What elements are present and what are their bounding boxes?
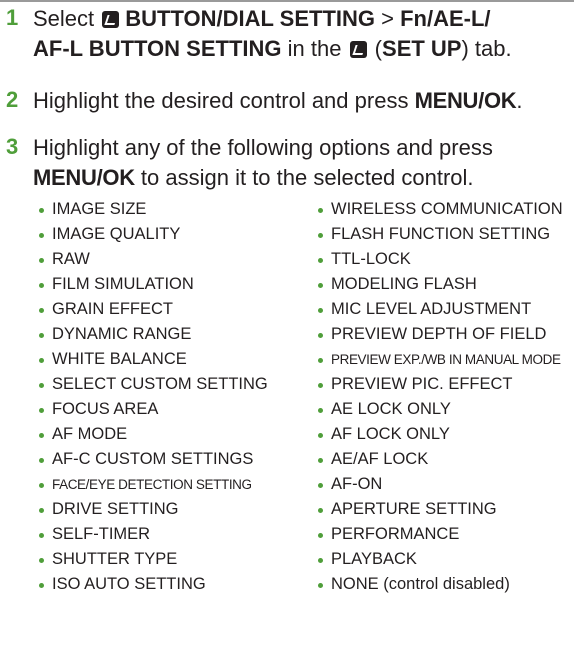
step-text-segment: ) tab. — [461, 36, 512, 61]
menu-item-label: Fn/AE-L/ — [400, 6, 491, 31]
step-text-segment: in the — [281, 36, 348, 61]
option-item: PREVIEW EXP./WB IN MANUAL MODE — [317, 347, 563, 372]
option-item: DRIVE SETTING — [38, 497, 268, 522]
step-number: 3 — [6, 134, 19, 159]
option-item: IMAGE QUALITY — [38, 222, 268, 247]
option-item: SELF-TIMER — [38, 522, 268, 547]
option-item: AF LOCK ONLY — [317, 422, 563, 447]
menu-item-label: AF-L BUTTON SETTING — [33, 36, 282, 61]
option-item: AF-ON — [317, 472, 563, 497]
options-list: IMAGE SIZE IMAGE QUALITY RAW FILM SIMULATIO… — [0, 197, 574, 647]
options-column-left: IMAGE SIZE IMAGE QUALITY RAW FILM SIMULATIO… — [38, 197, 268, 597]
option-item: AF MODE — [38, 422, 268, 447]
option-item: GRAIN EFFECT — [38, 297, 268, 322]
step-text-segment: Highlight the desired control and press — [33, 88, 415, 113]
option-item: FOCUS AREA — [38, 397, 268, 422]
tab-name: SET UP — [382, 36, 462, 61]
option-item: IMAGE SIZE — [38, 197, 268, 222]
option-item: FACE/EYE DETECTION SETTING — [38, 472, 268, 497]
option-item: AE/AF LOCK — [317, 447, 563, 472]
option-item: MIC LEVEL ADJUSTMENT — [317, 297, 563, 322]
option-item: PERFORMANCE — [317, 522, 563, 547]
step-number: 1 — [6, 5, 19, 30]
setup-tab-icon — [102, 11, 120, 28]
option-item: FLASH FUNCTION SETTING — [317, 222, 563, 247]
options-column-right: WIRELESS COMMUNICATION FLASH FUNCTION SET… — [317, 197, 563, 597]
option-item: MODELING FLASH — [317, 272, 563, 297]
option-item: NONE (control disabled) — [317, 572, 563, 597]
menu-item-label: BUTTON/DIAL SETTING — [125, 6, 376, 31]
top-divider — [0, 0, 574, 2]
menu-ok-button-label: MENU/OK — [414, 88, 517, 113]
step-number: 2 — [6, 87, 19, 112]
option-item: PREVIEW PIC. EFFECT — [317, 372, 563, 397]
step-text: Select BUTTON/DIAL SETTING > Fn/AE-L/ AF… — [33, 4, 570, 64]
option-item: WIRELESS COMMUNICATION — [317, 197, 563, 222]
option-item: WHITE BALANCE — [38, 347, 268, 372]
setup-tab-icon — [349, 41, 367, 58]
step-text: Highlight the desired control and press … — [33, 86, 570, 116]
step-text-segment: . — [516, 88, 523, 113]
step-1: 1 Select BUTTON/DIAL SETTING > Fn/AE-L/ … — [0, 4, 574, 74]
option-item: DYNAMIC RANGE — [38, 322, 268, 347]
option-item: FILM SIMULATION — [38, 272, 268, 297]
option-item: TTL-LOCK — [317, 247, 563, 272]
option-item: AE LOCK ONLY — [317, 397, 563, 422]
step-text-segment: > — [375, 6, 401, 31]
option-item: RAW — [38, 247, 268, 272]
option-item: PREVIEW DEPTH OF FIELD — [317, 322, 563, 347]
step-2: 2 Highlight the desired control and pres… — [0, 86, 574, 122]
option-item: APERTURE SETTING — [317, 497, 563, 522]
menu-ok-button-label: MENU/OK — [33, 165, 135, 190]
step-text-segment: Select — [33, 6, 101, 31]
option-item: PLAYBACK — [317, 547, 563, 572]
step-text: Highlight any of the following options a… — [33, 133, 570, 193]
step-text-segment: ( — [368, 36, 383, 61]
option-item: AF-C CUSTOM SETTINGS — [38, 447, 268, 472]
option-item: SELECT CUSTOM SETTING — [38, 372, 268, 397]
option-item: SHUTTER TYPE — [38, 547, 268, 572]
step-3: 3 Highlight any of the following options… — [0, 133, 574, 199]
option-item: ISO AUTO SETTING — [38, 572, 268, 597]
step-text-segment: to assign it to the selected control. — [134, 165, 474, 190]
step-text-segment: Highlight any of the following options a… — [33, 135, 493, 160]
